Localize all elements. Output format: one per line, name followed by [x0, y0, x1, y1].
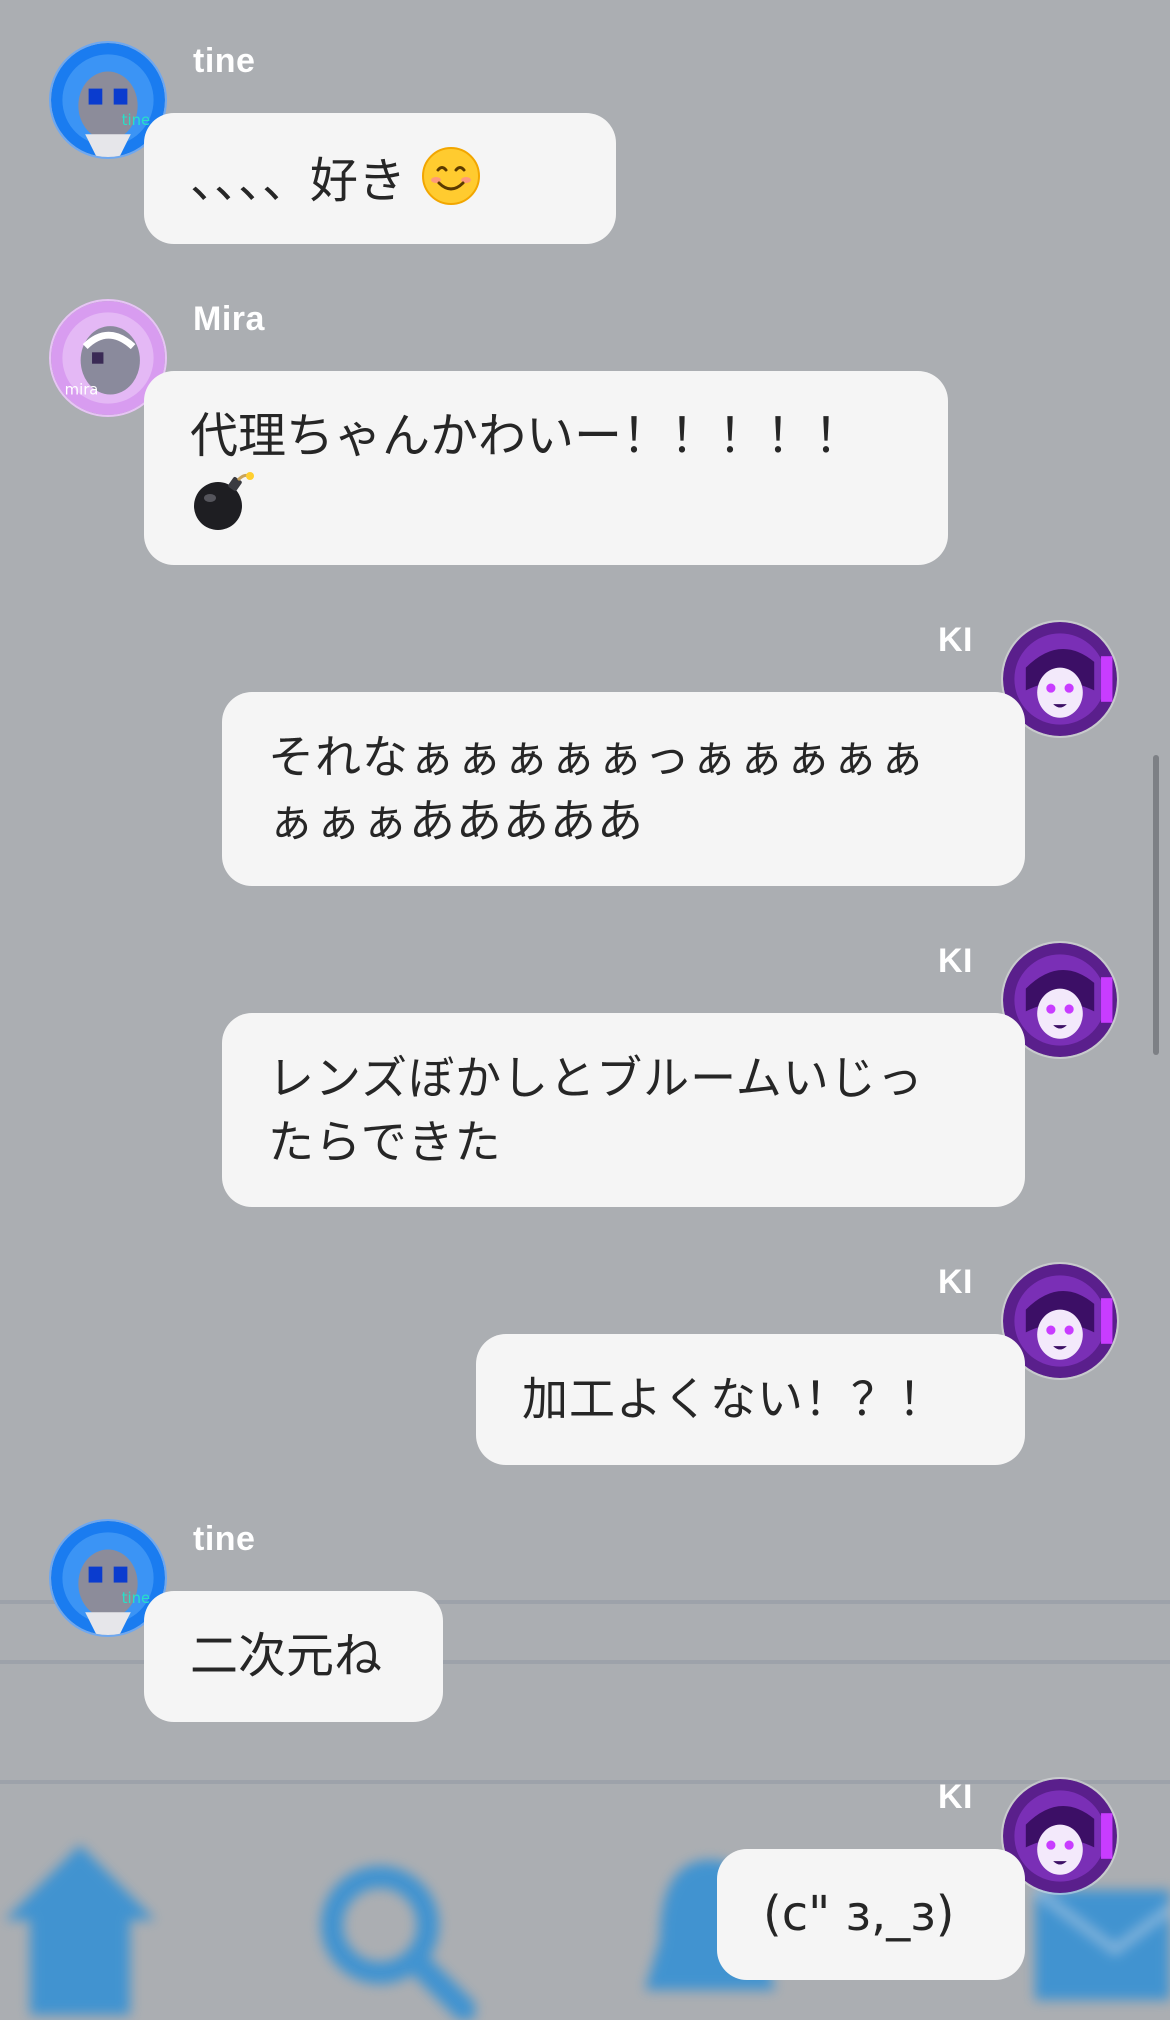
- message-bubble[interactable]: それなぁぁぁぁぁっぁぁぁぁぁ ぁぁぁあああああ: [222, 692, 1025, 886]
- message-text: 二次元ね: [190, 1628, 383, 1684]
- sender-name: tine: [193, 42, 256, 80]
- message-bubble[interactable]: (c" ɜ,_ɜ): [717, 1849, 1025, 1980]
- message-bubble[interactable]: レンズぼかしとブルームいじっ たらできた: [222, 1013, 1025, 1207]
- sender-name: KI: [938, 942, 973, 980]
- scrollbar[interactable]: [1153, 755, 1159, 1055]
- home-icon: [5, 1845, 155, 2015]
- bomb-emoji: [190, 468, 256, 548]
- message-text: 加工よくない！？！: [522, 1372, 945, 1426]
- message-text-line: たらできた: [268, 1115, 502, 1169]
- message-text-line: ぁぁぁあああああ: [268, 794, 644, 848]
- message-text: (c" ɜ,_ɜ): [763, 1886, 955, 1942]
- sender-name: Mira: [193, 300, 265, 338]
- sender-name: KI: [938, 1263, 973, 1301]
- chat-thread[interactable]: tine tine 、、、、好き mira Mira 代理ちゃんかわいー！！！！…: [0, 0, 1170, 2020]
- sender-name: KI: [938, 621, 973, 659]
- message-bubble[interactable]: 代理ちゃんかわいー！！！！！: [144, 371, 948, 565]
- sender-name: KI: [938, 1778, 973, 1816]
- search-icon: [321, 1866, 475, 2020]
- sender-name: tine: [193, 1520, 256, 1558]
- smiling-face-emoji: [421, 146, 481, 222]
- message-bubble[interactable]: 、、、、好き: [144, 113, 616, 244]
- avatar-label: tine: [122, 112, 150, 129]
- message-text-line: それなぁぁぁぁぁっぁぁぁぁぁ: [268, 730, 926, 784]
- avatar-label: tine: [122, 1590, 150, 1607]
- avatar-label: mira: [65, 381, 99, 398]
- message-bubble[interactable]: 加工よくない！？！: [476, 1334, 1025, 1465]
- message-text-line: 代理ちゃんかわいー！！！！！: [190, 408, 863, 464]
- message-text-line: レンズぼかしとブルームいじっ: [268, 1051, 924, 1105]
- message-bubble[interactable]: 二次元ね: [144, 1591, 443, 1722]
- message-text: 、、、、好き: [190, 153, 407, 209]
